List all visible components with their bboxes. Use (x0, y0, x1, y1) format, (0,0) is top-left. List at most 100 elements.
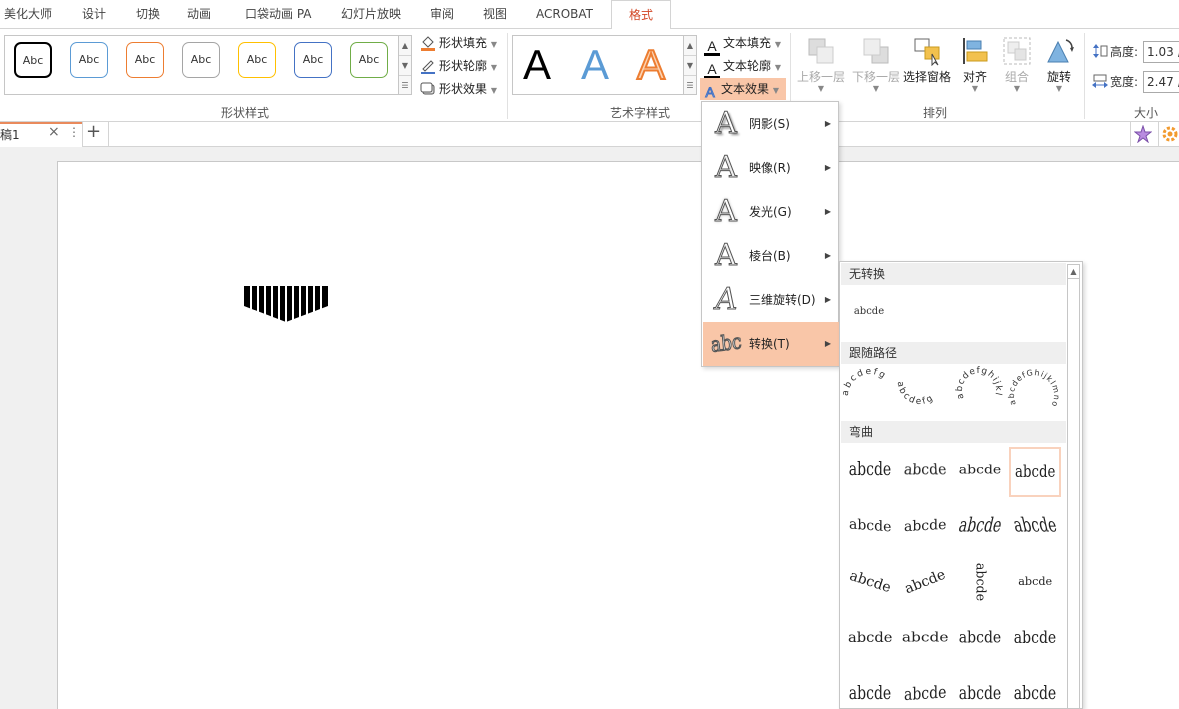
shape-outline-button[interactable]: 形状轮廓 ▼ (418, 55, 497, 77)
arrange-group-label: 排列 (922, 106, 947, 120)
warp-option[interactable]: abcde (844, 615, 896, 665)
gear-icon[interactable] (1162, 126, 1178, 142)
warp-option[interactable]: abcde (899, 447, 951, 497)
warp-option-sample: abcde (958, 684, 1002, 704)
menu-item-glow[interactable]: A 发光(G) ▶ (703, 190, 839, 234)
text-outline-label: 文本轮廓 (723, 59, 772, 73)
shape-style-swatch[interactable]: Abc (70, 42, 108, 78)
warp-option[interactable]: abcde (899, 671, 951, 708)
tab-view[interactable]: 视图 (483, 0, 507, 28)
wordart-style-blue[interactable]: A (581, 40, 609, 90)
warp-option[interactable]: abcde (899, 559, 951, 609)
tab-design[interactable]: 设计 (82, 0, 106, 28)
magic-star-icon[interactable] (1133, 124, 1153, 144)
warp-option[interactable]: abcde (844, 447, 896, 497)
wordart-style-black[interactable]: A (523, 40, 551, 90)
warp-option[interactable]: abcde (844, 503, 896, 553)
tab-pocket-animation[interactable]: 口袋动画 PA (245, 0, 312, 28)
shadow-icon: A (715, 106, 738, 141)
shape-effects-button[interactable]: 形状效果 ▼ (418, 78, 497, 100)
warp-option[interactable]: abcde (954, 615, 1006, 665)
gallery-up-icon[interactable]: ▲ (684, 36, 696, 56)
text-outline-button[interactable]: A 文本轮廓 ▼ (702, 55, 781, 79)
shape-style-gallery[interactable]: Abc Abc Abc Abc Abc Abc Abc ▲ ▼ ☰ (4, 35, 412, 95)
height-input[interactable]: 1.03 厘 (1143, 41, 1179, 63)
gallery-down-icon[interactable]: ▼ (399, 56, 411, 76)
add-tab-icon[interactable]: + (86, 121, 101, 142)
document-tab[interactable]: 稿1 × ⋮ (0, 122, 82, 147)
menu-item-bevel[interactable]: A 棱台(B) ▶ (703, 234, 839, 278)
shape-style-swatch[interactable]: Abc (14, 42, 52, 78)
scroll-up-icon[interactable]: ▲ (1068, 265, 1079, 279)
gallery-down-icon[interactable]: ▼ (684, 56, 696, 76)
warp-option[interactable]: abcde (954, 503, 1006, 553)
shape-style-swatch[interactable]: Abc (350, 42, 388, 78)
menu-item-reflection[interactable]: A 映像(R) ▶ (703, 146, 839, 190)
height-icon (1092, 44, 1108, 58)
warp-option-sample: abcde (1013, 628, 1057, 648)
menu-item-3d-rotation[interactable]: A 三维旋转(D) ▶ (703, 278, 839, 322)
warp-option[interactable]: abcde (1009, 559, 1061, 609)
shape-style-swatch[interactable]: Abc (294, 42, 332, 78)
follow-path-arch-up[interactable]: abcdefg (841, 367, 889, 397)
align-icon (960, 36, 990, 66)
warp-option[interactable]: abcde (954, 447, 1006, 497)
warp-option[interactable]: abcde (844, 671, 896, 708)
warp-option[interactable]: abcde (954, 671, 1006, 708)
wordart-gallery-scroll[interactable]: ▲ ▼ ☰ (683, 36, 696, 94)
selection-pane-button[interactable]: 选择窗格 (903, 33, 951, 99)
chevron-right-icon: ▶ (824, 207, 831, 216)
warp-option[interactable]: abcde (1009, 503, 1061, 553)
width-input[interactable]: 2.47 厘 (1143, 71, 1179, 93)
chevron-down-icon: ▼ (490, 63, 497, 72)
send-backward-icon (861, 36, 891, 66)
tab-acrobat[interactable]: ACROBAT (536, 0, 593, 28)
tab-review[interactable]: 审阅 (430, 0, 454, 28)
bring-forward-button[interactable]: 上移一层 ▼ (795, 33, 847, 99)
group-button[interactable]: 组合 ▼ (998, 33, 1036, 99)
align-button[interactable]: 对齐 ▼ (956, 33, 994, 99)
gallery-more-icon[interactable]: ☰ (684, 76, 696, 96)
rotate-button[interactable]: 旋转 ▼ (1040, 33, 1078, 99)
warp-option[interactable]: abcde (954, 559, 1006, 609)
shape-style-swatch[interactable]: Abc (126, 42, 164, 78)
wordart-style-orange[interactable]: A (636, 40, 666, 90)
rotate-icon (1044, 36, 1074, 66)
tab-animations[interactable]: 动画 (187, 0, 211, 28)
menu-item-transform[interactable]: abc 转换(T) ▶ (703, 322, 839, 366)
selected-shape[interactable] (244, 286, 330, 322)
follow-path-gallery: abcdefg abcdefg abcdefghijklm abcdefGhij… (840, 359, 1066, 420)
text-fill-button[interactable]: A 文本填充 ▼ (702, 32, 781, 56)
follow-path-arch-down[interactable]: abcdefg (895, 381, 937, 407)
shape-style-swatch[interactable]: Abc (238, 42, 276, 78)
warp-option[interactable]: abcde (1009, 447, 1061, 497)
warp-option[interactable]: abcde (1009, 671, 1061, 708)
tab-meihua[interactable]: 美化大师 (4, 0, 52, 28)
tab-menu-icon[interactable]: ⋮ (68, 125, 80, 139)
shape-style-gallery-scroll[interactable]: ▲ ▼ ☰ (398, 36, 411, 94)
warp-option[interactable]: abcde (1009, 615, 1061, 665)
warp-option[interactable]: abcde (899, 615, 951, 665)
gallery-up-icon[interactable]: ▲ (399, 36, 411, 56)
tab-slideshow[interactable]: 幻灯片放映 (341, 0, 401, 28)
gallery-more-icon[interactable]: ☰ (399, 76, 411, 96)
tab-transitions[interactable]: 切换 (136, 0, 160, 28)
shape-styles-group-label: 形状样式 (220, 106, 269, 120)
warp-option-sample: abcde (848, 516, 892, 536)
transform-submenu: 无转换 abcde 跟随路径 abcdefg abcdefg abcdefghi… (839, 261, 1083, 709)
send-backward-button[interactable]: 下移一层 ▼ (850, 33, 902, 99)
close-tab-icon[interactable]: × (48, 124, 60, 140)
menu-item-shadow[interactable]: A 阴影(S) ▶ (703, 102, 839, 146)
chevron-right-icon: ▶ (824, 163, 831, 172)
size-group-label: 大小 (1133, 106, 1158, 120)
submenu-scrollbar[interactable]: ▲ (1067, 264, 1080, 708)
shape-style-swatch[interactable]: Abc (182, 42, 220, 78)
no-transform-option[interactable]: abcde (844, 292, 894, 332)
text-effects-button[interactable]: A 文本效果 ▼ (700, 78, 786, 101)
shape-fill-button[interactable]: 形状填充 ▼ (418, 32, 497, 54)
tab-format[interactable]: 格式 (611, 0, 671, 29)
text-fill-icon: A (704, 39, 720, 56)
warp-option[interactable]: abcde (899, 503, 951, 553)
warp-option[interactable]: abcde (844, 559, 896, 609)
wordart-style-gallery[interactable]: A A A ▲ ▼ ☰ (512, 35, 697, 95)
